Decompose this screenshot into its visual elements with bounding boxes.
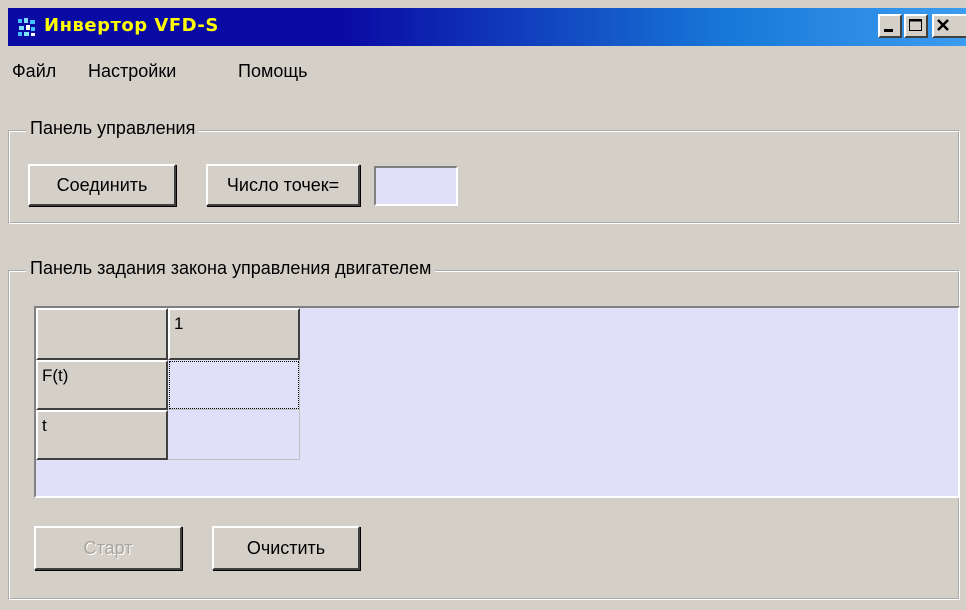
grid-cell-t-1[interactable]	[168, 410, 300, 460]
menu-settings[interactable]: Настройки	[88, 61, 176, 82]
grid-row-header-ft[interactable]: F(t)	[36, 360, 168, 410]
connect-button[interactable]: Соединить	[28, 164, 176, 206]
grid-column-header[interactable]: 1	[168, 308, 300, 360]
grid-corner-cell	[36, 308, 168, 360]
minimize-button[interactable]	[878, 14, 902, 38]
points-count-button[interactable]: Число точек=	[206, 164, 360, 206]
law-grid[interactable]: 1 F(t) t	[34, 306, 960, 498]
grid-cell-ft-1[interactable]	[168, 360, 300, 410]
title-bar[interactable]: Инвертор VFD-S	[8, 8, 966, 46]
app-icon	[16, 16, 38, 38]
menu-help[interactable]: Помощь	[238, 61, 308, 82]
control-panel-legend: Панель управления	[26, 118, 200, 139]
maximize-button[interactable]	[904, 14, 928, 38]
window-title: Инвертор VFD-S	[44, 15, 219, 36]
close-button[interactable]	[932, 14, 966, 38]
minimize-icon	[884, 29, 893, 32]
clear-button[interactable]: Очистить	[212, 526, 360, 570]
control-panel: Панель управления Соединить Число точек=	[8, 118, 960, 224]
grid-row-header-t[interactable]: t	[36, 410, 168, 460]
start-button[interactable]: Старт	[34, 526, 182, 570]
points-count-input[interactable]	[374, 166, 458, 206]
menu-bar: Файл Настройки Помощь	[8, 46, 966, 82]
menu-file[interactable]: Файл	[12, 61, 56, 82]
control-law-panel-legend: Панель задания закона управления двигате…	[26, 258, 436, 279]
close-icon	[937, 19, 949, 31]
maximize-icon	[909, 19, 922, 31]
